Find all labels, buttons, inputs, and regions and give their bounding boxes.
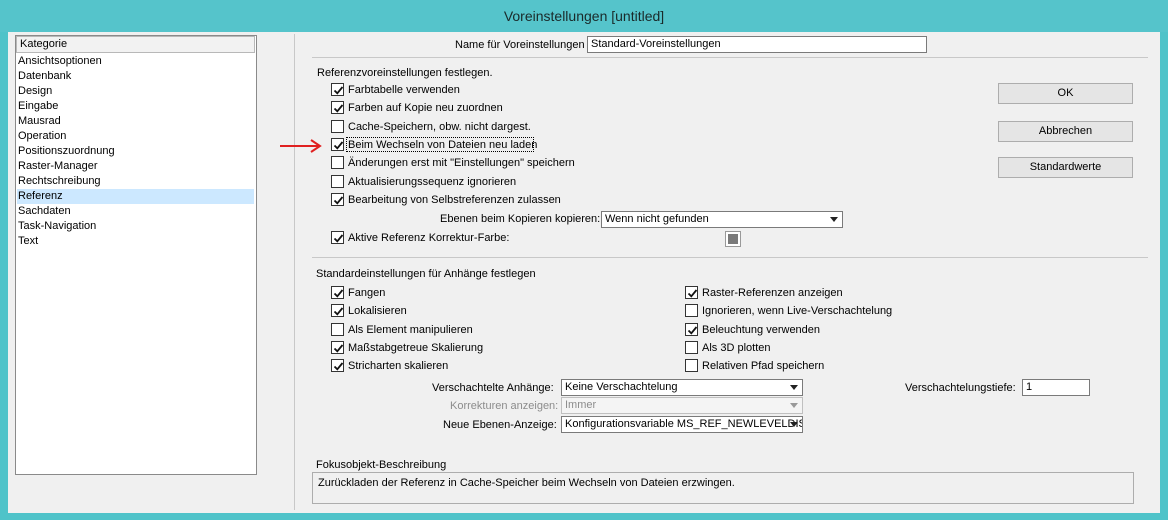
nested-dropdown[interactable]: Keine Verschachtelung	[561, 379, 803, 396]
attach-option-label: Als Element manipulieren	[348, 323, 473, 336]
focus-title: Fokusobjekt-Beschreibung	[316, 459, 447, 471]
active-ref-color-label: Aktive Referenz Korrektur-Farbe:	[348, 232, 510, 244]
chevron-down-icon	[790, 422, 798, 427]
ref-option-checkbox[interactable]	[331, 174, 344, 188]
ref-option-label: Änderungen erst mit "Einstellungen" spei…	[348, 157, 575, 170]
ref-option-checkbox[interactable]	[331, 101, 344, 115]
ref-option-checkbox[interactable]	[331, 192, 344, 206]
corrections-dropdown[interactable]: Immer	[561, 397, 803, 414]
attach-option-checkbox[interactable]	[331, 340, 344, 354]
attach-option-label: Relativen Pfad speichern	[702, 360, 825, 373]
color-swatch	[728, 234, 738, 244]
divider	[312, 257, 1148, 258]
category-item[interactable]: Sachdaten	[17, 204, 254, 219]
new-levels-dropdown[interactable]: Konfigurationsvariable MS_REF_NEWLEVELDI…	[561, 416, 803, 433]
category-item[interactable]: Design	[17, 84, 254, 99]
preset-name-label: Name für Voreinstellungen	[455, 39, 585, 51]
category-item[interactable]: Datenbank	[17, 69, 254, 84]
new-levels-label: Neue Ebenen-Anzeige:	[443, 419, 557, 431]
divider	[312, 57, 1148, 58]
depth-field[interactable]: 1	[1022, 379, 1090, 396]
attach-option-checkbox[interactable]	[331, 322, 344, 336]
copy-levels-value: Wenn nicht gefunden	[605, 213, 709, 225]
attach-option-checkbox[interactable]	[331, 359, 344, 373]
category-item[interactable]: Text	[17, 234, 254, 249]
ref-option-checkbox[interactable]	[331, 137, 344, 151]
category-item[interactable]: Ansichtsoptionen	[17, 54, 254, 69]
ref-option-label: Farben auf Kopie neu zuordnen	[348, 102, 503, 115]
attach-section-title: Standardeinstellungen für Anhänge festle…	[316, 268, 536, 280]
chevron-down-icon	[790, 385, 798, 390]
red-arrow-annotation	[280, 139, 322, 153]
attach-option-checkbox[interactable]	[685, 286, 698, 299]
focus-description-text: Zurückladen der Referenz in Cache-Speich…	[318, 477, 735, 489]
ref-option-label: Aktualisierungssequenz ignorieren	[348, 175, 517, 188]
category-item[interactable]: Raster-Manager	[17, 159, 254, 174]
attach-option-checkbox[interactable]	[685, 304, 698, 318]
attach-option-checkbox[interactable]	[331, 304, 344, 318]
ref-option-label: Farbtabelle verwenden	[348, 84, 460, 96]
category-item[interactable]: Rechtschreibung	[17, 174, 254, 189]
focus-rectangle	[346, 137, 534, 152]
attach-option-label: Raster-Referenzen anzeigen	[702, 287, 843, 299]
ref-option-checkbox[interactable]	[331, 156, 344, 170]
attach-option-label: Maßstabgetreue Skalierung	[348, 341, 484, 354]
nested-label: Verschachtelte Anhänge:	[432, 382, 554, 394]
ref-option-checkbox[interactable]	[331, 119, 344, 133]
category-item[interactable]: Mausrad	[17, 114, 254, 129]
cancel-button[interactable]: Abbrechen	[998, 121, 1133, 142]
ref-option-checkbox[interactable]	[331, 83, 344, 96]
preset-name-field[interactable]: Standard-Voreinstellungen	[587, 36, 927, 53]
chevron-down-icon	[790, 403, 798, 408]
ref-option-label: Bearbeitung von Selbstreferenzen zulasse…	[348, 193, 561, 206]
attach-option-checkbox[interactable]	[331, 286, 344, 299]
chevron-down-icon	[830, 217, 838, 222]
category-header: Kategorie	[16, 36, 255, 53]
attach-option-label: Ignorieren, wenn Live-Verschachtelung	[702, 305, 893, 318]
defaults-button[interactable]: Standardwerte	[998, 157, 1133, 178]
ok-button[interactable]: OK	[998, 83, 1133, 104]
nested-value: Keine Verschachtelung	[565, 381, 678, 393]
attach-option-label: Fangen	[348, 287, 386, 299]
window-title: Voreinstellungen [untitled]	[503, 8, 665, 24]
corrections-value: Immer	[565, 399, 597, 411]
depth-label: Verschachtelungstiefe:	[905, 382, 1016, 394]
pane-divider	[294, 34, 295, 510]
copy-levels-label: Ebenen beim Kopieren kopieren:	[440, 213, 601, 225]
category-item[interactable]: Positionszuordnung	[17, 144, 254, 159]
category-item[interactable]: Task-Navigation	[17, 219, 254, 234]
attach-option-checkbox[interactable]	[685, 359, 698, 373]
attach-option-label: Beleuchtung verwenden	[702, 323, 821, 336]
new-levels-value: Konfigurationsvariable MS_REF_NEWLEVELDI…	[565, 418, 802, 430]
attach-option-label: Als 3D plotten	[702, 341, 771, 354]
category-item[interactable]: Referenz	[17, 189, 254, 204]
focus-description-box: Zurückladen der Referenz in Cache-Speich…	[312, 472, 1134, 504]
active-ref-color-checkbox[interactable]	[331, 231, 344, 244]
copy-levels-dropdown[interactable]: Wenn nicht gefunden	[601, 211, 843, 228]
attach-option-label: Stricharten skalieren	[348, 360, 449, 373]
category-item[interactable]: Eingabe	[17, 99, 254, 114]
ref-option-label: Cache-Speichern, obw. nicht dargest.	[348, 120, 531, 133]
corrections-label: Korrekturen anzeigen:	[450, 400, 559, 412]
attach-option-checkbox[interactable]	[685, 322, 698, 336]
attach-option-checkbox[interactable]	[685, 340, 698, 354]
category-item[interactable]: Operation	[17, 129, 254, 144]
attach-option-label: Lokalisieren	[348, 305, 407, 318]
ref-section-title: Referenzvoreinstellungen festlegen.	[317, 67, 493, 79]
